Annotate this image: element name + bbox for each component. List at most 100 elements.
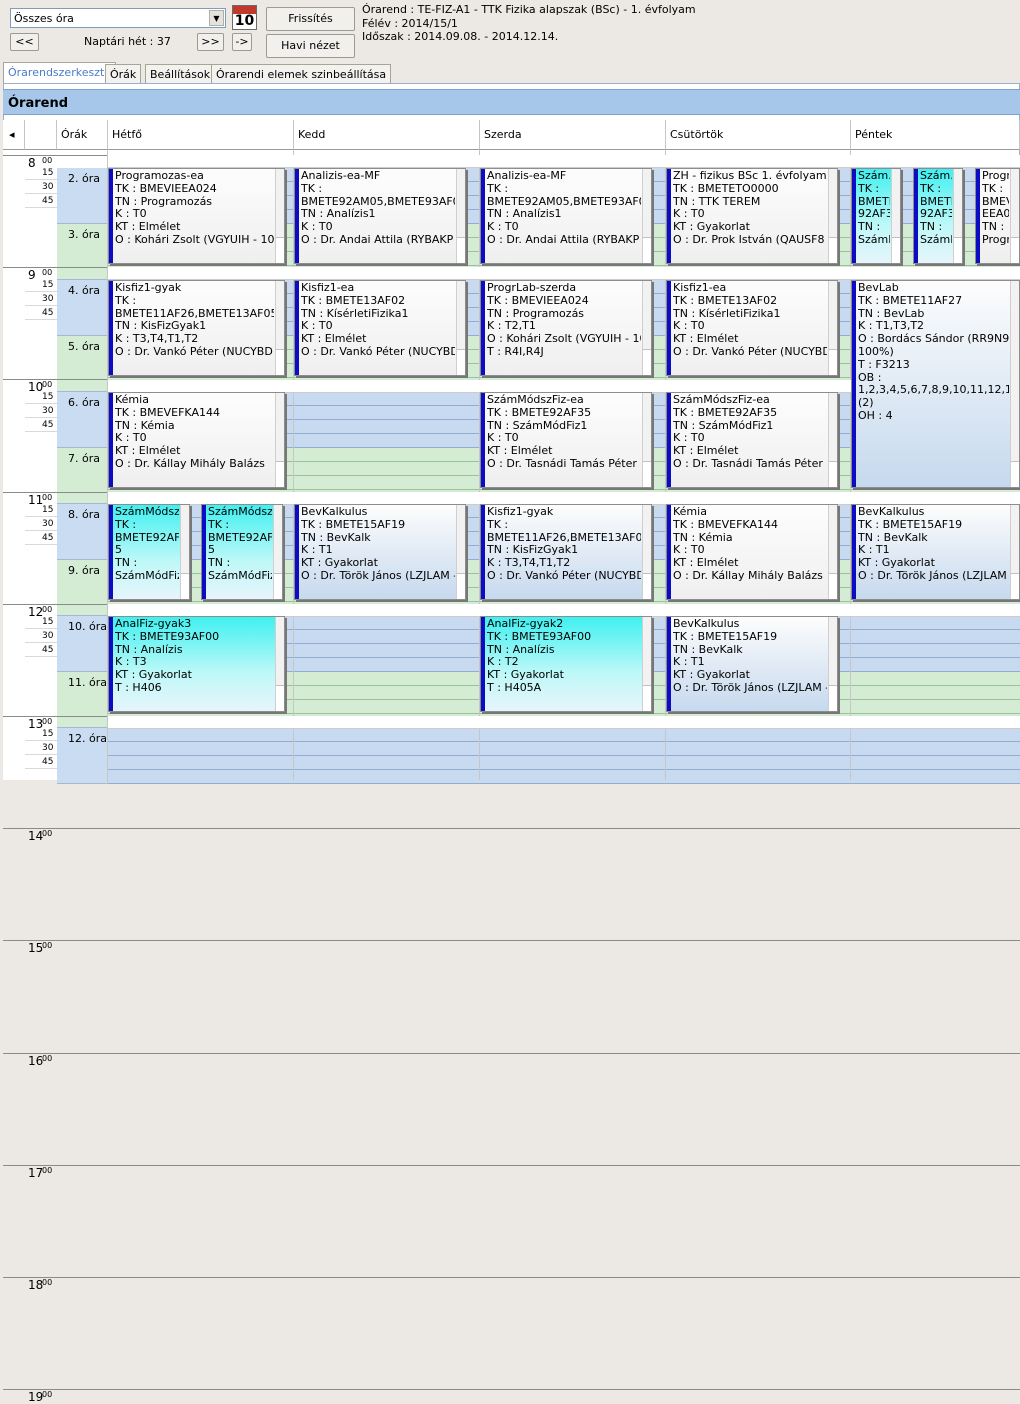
period-header: Órák: [57, 120, 108, 150]
info-line-2: Félév : 2014/15/1: [362, 16, 458, 30]
month-view-button[interactable]: Havi nézet: [266, 34, 355, 58]
lesson-card[interactable]: Programozas-ea TK : BMEVIEEA024 TN : Progr…: [108, 168, 285, 264]
lesson-card[interactable]: BevLab TK : BMETE11AF27 TN : BevLab K : T1,…: [851, 280, 1020, 488]
calendar-icon[interactable]: 10: [232, 5, 257, 30]
card-line: TK :: [920, 181, 942, 195]
card-resize-handle[interactable]: [456, 169, 465, 263]
card-line: TK :: [487, 181, 509, 195]
card-resize-handle[interactable]: [180, 505, 189, 599]
card-resize-handle[interactable]: [456, 505, 465, 599]
card-title: Progr...: [982, 170, 1009, 182]
card-resize-handle[interactable]: [642, 617, 651, 711]
card-resize-handle[interactable]: [828, 617, 837, 711]
card-resize-handle[interactable]: [1010, 169, 1019, 263]
hour-label: 15: [28, 941, 44, 956]
refresh-button[interactable]: Frissítés: [266, 7, 355, 31]
lesson-card[interactable]: Szám...TK :BMETE92AF35TN :SzámM: [913, 168, 963, 264]
card-line: O : Kohári Zsolt (VGYUIH - 100%): [115, 232, 274, 246]
tab-timetable-editor[interactable]: Órarendszerkesztő: [3, 62, 117, 83]
card-resize-handle[interactable]: [275, 617, 284, 711]
card-resize-handle[interactable]: [273, 505, 282, 599]
card-color-bar: [109, 617, 113, 711]
lesson-card[interactable]: SzámMódszFiz-ea TK : BMETE92AF35 TN : Szám…: [480, 392, 652, 488]
card-line: O : Dr. Tasnádi Tamás Péter: [673, 456, 823, 470]
filter-combobox[interactable]: Összes óra ▼: [10, 8, 226, 28]
lesson-card[interactable]: BevKalkulus TK : BMETE15AF19 TN : BevKalk K…: [666, 616, 838, 712]
lesson-card[interactable]: Kisfiz1-ea TK : BMETE13AF02 TN : Kísérleti…: [666, 280, 838, 376]
jump-button[interactable]: ->: [232, 33, 252, 51]
card-resize-handle[interactable]: [642, 505, 651, 599]
card-color-bar: [109, 505, 113, 599]
card-text: AnalFiz-gyak3 TK : BMETE93AF00 TN : Analíz…: [115, 618, 274, 695]
card-text: ProgrLab-szerda TK : BMEVIEEA024 TN : Prog…: [487, 282, 641, 359]
card-resize-handle[interactable]: [891, 169, 900, 263]
card-text: Szám...TK :BMETE92AF35TN :SzámM: [920, 170, 952, 247]
tab-settings[interactable]: Beállítások: [145, 64, 216, 83]
card-line: SzámMódFiz1: [115, 568, 179, 582]
lesson-card[interactable]: SzámMódsz...TK :BMETE92AF35TN :SzámMódFi…: [108, 504, 190, 600]
card-resize-handle[interactable]: [828, 393, 837, 487]
card-resize-handle[interactable]: [828, 281, 837, 375]
card-resize-handle[interactable]: [828, 505, 837, 599]
lesson-card[interactable]: BevKalkulus TK : BMETE15AF19 TN : BevKalk K…: [851, 504, 1020, 600]
card-text: AnalFiz-gyak2 TK : BMETE93AF00 TN : Analíz…: [487, 618, 641, 695]
card-title: Szám...: [920, 170, 952, 182]
lesson-card[interactable]: AnalFiz-gyak3 TK : BMETE93AF00 TN : Analíz…: [108, 616, 285, 712]
card-line: TK : BMEVIEEA024: [115, 181, 217, 195]
card-line: TK : BMETE13AF02: [673, 293, 778, 307]
lesson-card[interactable]: Kémia TK : BMEVEFKA144 TN : Kémia K : T0 KT …: [666, 504, 838, 600]
chevron-down-icon[interactable]: ▼: [209, 10, 224, 26]
next-week-button[interactable]: >>: [197, 33, 224, 51]
card-resize-handle[interactable]: [642, 393, 651, 487]
card-color-bar: [481, 505, 485, 599]
card-text: Analizis-ea-MF TK : BMETE92AM05,BMETE93AF0…: [301, 170, 455, 247]
card-resize-handle[interactable]: [642, 281, 651, 375]
lesson-card[interactable]: SzámMódsz...TK :BMETE92AF35TN :SzámMódFi…: [201, 504, 283, 600]
card-resize-handle[interactable]: [828, 169, 837, 263]
card-line: 1,2,3,4,5,6,7,8,9,10,11,12,13,14: [858, 383, 1009, 397]
filter-value: Összes óra: [14, 12, 74, 25]
hour-line: [3, 1164, 1020, 1166]
card-resize-handle[interactable]: [642, 169, 651, 263]
lesson-card[interactable]: SzámMódszFiz-ea TK : BMETE92AF35 TN : Szám…: [666, 392, 838, 488]
card-line: SzámM: [920, 232, 952, 246]
lesson-card[interactable]: Progr...TK :BMEVIEEA024TN :Program: [975, 168, 1020, 264]
lesson-card[interactable]: ProgrLab-szerda TK : BMEVIEEA024 TN : Prog…: [480, 280, 652, 376]
card-resize-handle[interactable]: [275, 281, 284, 375]
lesson-card[interactable]: AnalFiz-gyak2 TK : BMETE93AF00 TN : Analíz…: [480, 616, 652, 712]
card-text: Kisfiz1-ea TK : BMETE13AF02 TN : Kísérleti…: [673, 282, 827, 359]
lesson-card[interactable]: Kémia TK : BMEVEFKA144 TN : Kémia K : T0 KT …: [108, 392, 285, 488]
scroll-left-arrow[interactable]: ◂: [3, 120, 25, 150]
card-color-bar: [109, 281, 113, 375]
card-resize-handle[interactable]: [456, 281, 465, 375]
card-resize-handle[interactable]: [1010, 505, 1019, 599]
lesson-card[interactable]: Analizis-ea-MF TK : BMETE92AM05,BMETE93AF0…: [294, 168, 466, 264]
hour-label: 19: [28, 1390, 44, 1404]
card-text: BevKalkulus TK : BMETE15AF19 TN : BevKalk K…: [858, 506, 1009, 583]
card-title: BevLab: [858, 282, 899, 294]
card-line: SzámM: [858, 232, 890, 246]
card-resize-handle[interactable]: [275, 169, 284, 263]
card-color-bar: [295, 281, 299, 375]
card-color-bar: [852, 281, 856, 487]
lesson-card[interactable]: Szám...TK :BMETE92AF35TN :SzámM: [851, 168, 901, 264]
card-resize-handle[interactable]: [1010, 281, 1019, 487]
card-title: Kisfiz1-gyak: [115, 282, 182, 294]
lesson-card[interactable]: ZH - fizikus BSc 1. évfolyam TK : BMETETO…: [666, 168, 838, 264]
lesson-card[interactable]: Analizis-ea-MF TK : BMETE92AM05,BMETE93AF0…: [480, 168, 652, 264]
card-resize-handle[interactable]: [953, 169, 962, 263]
prev-week-button[interactable]: <<: [10, 33, 39, 51]
tab-element-colors[interactable]: Órarendi elemek szinbeállítása: [211, 64, 392, 83]
lesson-card[interactable]: Kisfiz1-ea TK : BMETE13AF02 TN : Kísérleti…: [294, 280, 466, 376]
tab-lessons[interactable]: Órák: [105, 64, 142, 83]
card-line: TK : BMETETO0000: [673, 181, 779, 195]
card-line: TK :: [301, 181, 323, 195]
lesson-card[interactable]: Kisfiz1-gyak TK : BMETE11AF26,BMETE13AF05 T…: [480, 504, 652, 600]
card-resize-handle[interactable]: [275, 393, 284, 487]
card-line: TK :: [115, 517, 137, 531]
card-text: SzámMódszFiz-ea TK : BMETE92AF35 TN : Szám…: [673, 394, 827, 471]
card-text: Kémia TK : BMEVEFKA144 TN : Kémia K : T0 KT …: [115, 394, 274, 471]
lesson-card[interactable]: BevKalkulus TK : BMETE15AF19 TN : BevKalk K…: [294, 504, 466, 600]
card-title: BevKalkulus: [858, 506, 925, 518]
lesson-card[interactable]: Kisfiz1-gyak TK : BMETE11AF26,BMETE13AF05 T…: [108, 280, 285, 376]
